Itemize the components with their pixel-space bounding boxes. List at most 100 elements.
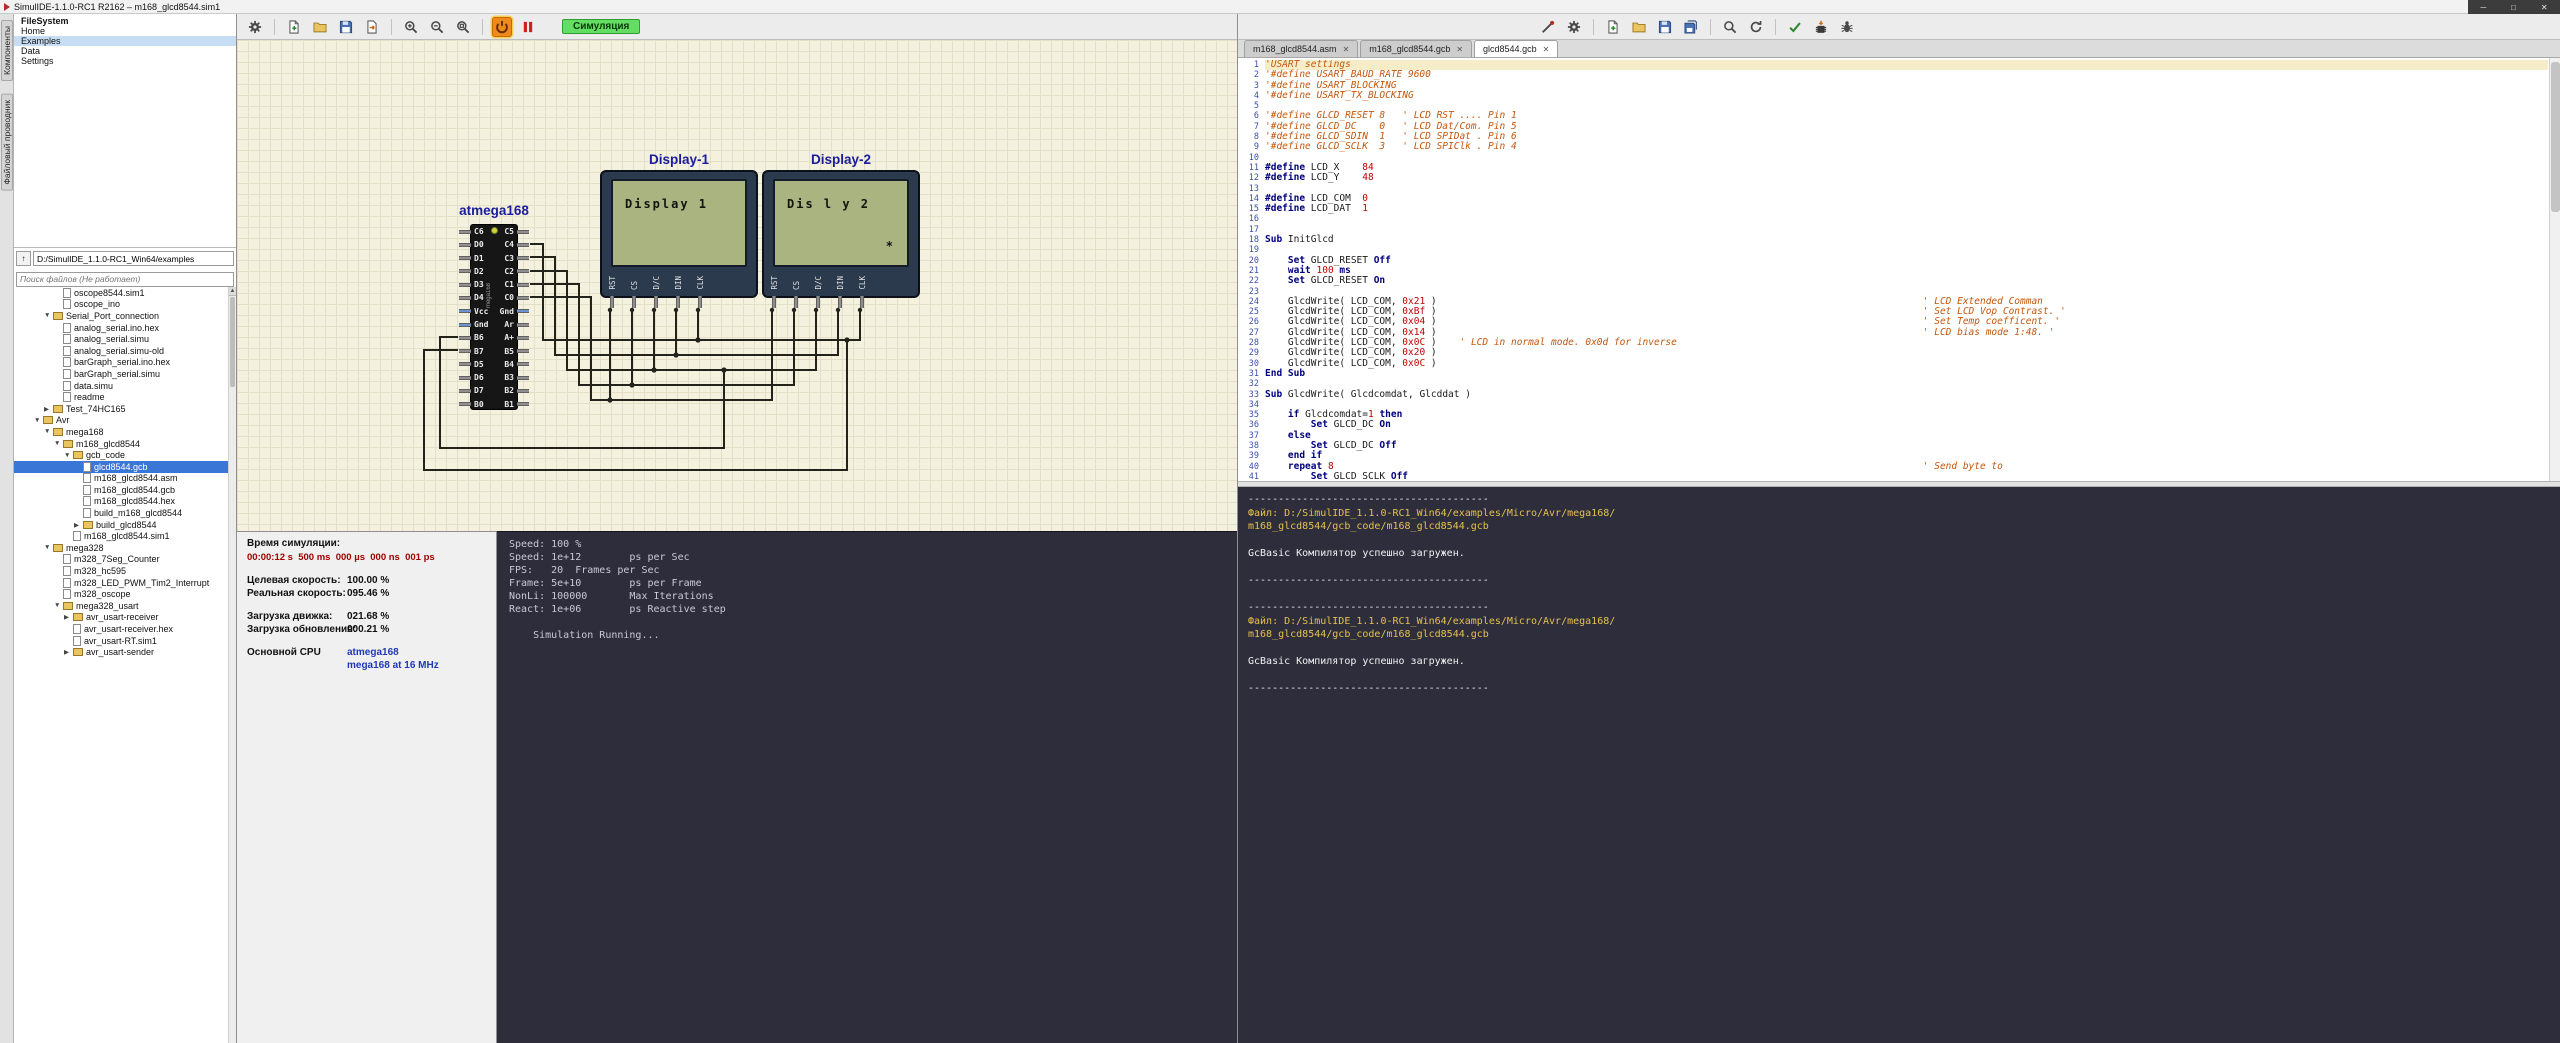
filesystem-item-settings[interactable]: Settings [14, 56, 236, 66]
tree-item[interactable]: ▼m168_glcd8544 [14, 438, 228, 450]
expanded-arrow-icon[interactable]: ▼ [64, 452, 73, 459]
tree-item[interactable]: glcd8544.gcb [14, 461, 228, 473]
display-pin[interactable] [654, 296, 658, 308]
chip-pin[interactable] [459, 230, 471, 234]
reload-icon[interactable] [1746, 17, 1766, 37]
tree-item[interactable]: ▼mega168 [14, 426, 228, 438]
tab-components[interactable]: Компоненты [1, 20, 13, 81]
collapsed-arrow-icon[interactable]: ▶ [44, 405, 53, 413]
tree-item[interactable]: ▶avr_usart-sender [14, 646, 228, 658]
expanded-arrow-icon[interactable]: ▼ [54, 440, 63, 447]
search-input[interactable] [16, 272, 234, 287]
filesystem-item-data[interactable]: Data [14, 46, 236, 56]
open-circuit-icon[interactable] [310, 17, 330, 37]
editor-tab-m168_glcd8544.asm[interactable]: m168_glcd8544.asm✕ [1244, 40, 1358, 57]
chip-pin[interactable] [517, 283, 529, 287]
tree-item[interactable]: m168_glcd8544.asm [14, 473, 228, 485]
tree-item[interactable]: ▼Avr [14, 415, 228, 427]
export-circuit-icon[interactable] [362, 17, 382, 37]
chip-pin[interactable] [459, 283, 471, 287]
chip-pin[interactable] [517, 243, 529, 247]
chip-pin[interactable] [517, 376, 529, 380]
display-pin[interactable] [698, 296, 702, 308]
chip-pin[interactable] [517, 402, 529, 406]
tab-close-icon[interactable]: ✕ [1456, 45, 1463, 54]
circuit-canvas[interactable]: atmega168 C6D0D1D2D3D4VccGndB6B7D5D6D7B0… [237, 40, 1237, 531]
display-pin[interactable] [610, 296, 614, 308]
debug-icon[interactable] [1837, 17, 1857, 37]
expanded-arrow-icon[interactable]: ▼ [34, 417, 43, 424]
tree-item[interactable]: m328_oscope [14, 588, 228, 600]
tree-item[interactable]: build_m168_glcd8544 [14, 507, 228, 519]
chip-pin[interactable] [459, 269, 471, 273]
editor-scrollbar[interactable] [2549, 58, 2560, 481]
editor-scrollbar-thumb[interactable] [2551, 62, 2560, 212]
chip-pin[interactable] [459, 336, 471, 340]
settings-icon[interactable] [245, 17, 265, 37]
lcd-display-1[interactable]: Display-1 Display 1 RSTCSD/CDINCLK [600, 170, 758, 298]
chip-pin[interactable] [459, 402, 471, 406]
save-file-icon[interactable] [1655, 17, 1675, 37]
tree-item[interactable]: m328_7Seg_Counter [14, 554, 228, 566]
compile-icon[interactable] [1785, 17, 1805, 37]
expanded-arrow-icon[interactable]: ▼ [54, 602, 63, 609]
tree-item[interactable]: analog_serial.simu-old [14, 345, 228, 357]
tree-item[interactable]: avr_usart-receiver.hex [14, 623, 228, 635]
chip-pin[interactable] [459, 362, 471, 366]
expanded-arrow-icon[interactable]: ▼ [44, 428, 53, 435]
find-icon[interactable] [1720, 17, 1740, 37]
zoom-fit-icon[interactable] [453, 17, 473, 37]
tree-item[interactable]: m328_hc595 [14, 565, 228, 577]
editor-tab-glcd8544.gcb[interactable]: glcd8544.gcb✕ [1474, 40, 1558, 57]
expanded-arrow-icon[interactable]: ▼ [44, 312, 53, 319]
code-area[interactable]: 'USART settings'#define USART_BAUD_RATE … [1265, 60, 2548, 481]
new-file-icon[interactable] [1603, 17, 1623, 37]
code-editor[interactable]: 1234567891011121314151617181920212223242… [1238, 58, 2560, 481]
tab-close-icon[interactable]: ✕ [1343, 45, 1350, 54]
tree-item[interactable]: avr_usart-RT.sim1 [14, 635, 228, 647]
save-all-icon[interactable] [1681, 17, 1701, 37]
expanded-arrow-icon[interactable]: ▼ [44, 544, 53, 551]
chip-pin[interactable] [459, 296, 471, 300]
filesystem-item-examples[interactable]: Examples [14, 36, 236, 46]
pause-button[interactable] [518, 17, 538, 37]
display-pin[interactable] [816, 296, 820, 308]
tree-item[interactable]: oscope8544.sim1 [14, 287, 228, 299]
tree-item[interactable]: ▼mega328_usart [14, 600, 228, 612]
chip-pin[interactable] [459, 243, 471, 247]
tree-item[interactable]: ▼gcb_code [14, 449, 228, 461]
display-pin[interactable] [676, 296, 680, 308]
power-button[interactable] [492, 17, 512, 37]
lcd-display-2[interactable]: Display-2 Dis l y 2 * RSTCSD/CDINCLK [762, 170, 920, 298]
tree-item[interactable]: barGraph_serial.simu [14, 368, 228, 380]
editor-tab-m168_glcd8544.gcb[interactable]: m168_glcd8544.gcb✕ [1360, 40, 1472, 57]
chip-pin[interactable] [459, 389, 471, 393]
chip-pin[interactable] [517, 309, 529, 313]
scrollbar-thumb[interactable] [230, 297, 235, 387]
tree-item[interactable]: ▶Test_74HC165 [14, 403, 228, 415]
tree-item[interactable]: barGraph_serial.ino.hex [14, 357, 228, 369]
path-input[interactable] [33, 251, 234, 266]
collapsed-arrow-icon[interactable]: ▶ [64, 613, 73, 621]
save-circuit-icon[interactable] [336, 17, 356, 37]
display-pin[interactable] [794, 296, 798, 308]
tree-scrollbar[interactable]: ▲ [228, 287, 236, 1043]
scroll-up-icon[interactable]: ▲ [229, 287, 236, 296]
tab-close-icon[interactable]: ✕ [1543, 45, 1550, 54]
tab-file-explorer[interactable]: Файловый проводник [1, 94, 13, 191]
chip-pin[interactable] [517, 336, 529, 340]
probe-icon[interactable] [1538, 17, 1558, 37]
display-pin[interactable] [838, 296, 842, 308]
display-pin[interactable] [860, 296, 864, 308]
chip-pin[interactable] [517, 389, 529, 393]
chip-pin[interactable] [517, 230, 529, 234]
maximize-button[interactable]: □ [2511, 3, 2516, 12]
chip-pin[interactable] [517, 349, 529, 353]
tree-item[interactable]: ▶build_glcd8544 [14, 519, 228, 531]
chip-pin[interactable] [517, 323, 529, 327]
chip-pin[interactable] [459, 309, 471, 313]
chip-pin[interactable] [517, 256, 529, 260]
chip-pin[interactable] [517, 269, 529, 273]
chip-pin[interactable] [459, 256, 471, 260]
upload-icon[interactable] [1811, 17, 1831, 37]
